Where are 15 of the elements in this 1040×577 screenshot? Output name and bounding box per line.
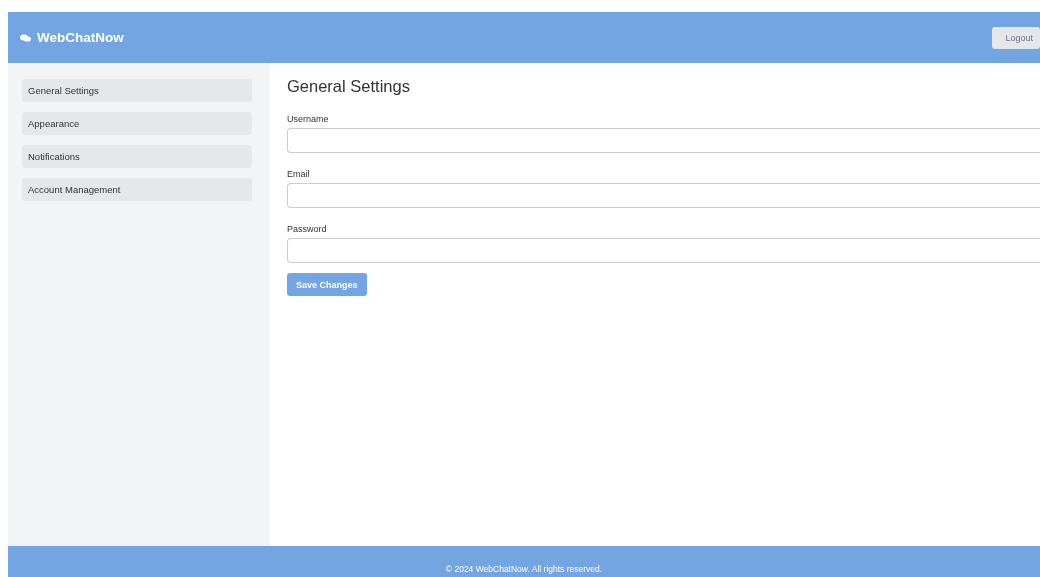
sidebar-item[interactable]: General Settings bbox=[22, 79, 252, 102]
field-label: Email bbox=[287, 169, 310, 179]
input-field[interactable] bbox=[287, 238, 1040, 263]
section-title: General Settings bbox=[287, 77, 410, 96]
logout-button[interactable]: Logout bbox=[992, 26, 1040, 49]
sidebar-item[interactable]: Account Management bbox=[22, 178, 252, 201]
input-field[interactable] bbox=[287, 183, 1040, 208]
copyright-text: © 2024 WebChatNow. All rights reserved. bbox=[445, 564, 603, 574]
field-label: Password bbox=[287, 224, 327, 234]
sidebar-item[interactable]: Notifications bbox=[22, 145, 252, 168]
field-label: Username bbox=[287, 114, 329, 124]
input-field[interactable] bbox=[287, 128, 1040, 153]
brand-name: WebChatNow bbox=[37, 30, 124, 45]
chat-bubbles-icon bbox=[20, 33, 31, 42]
sidebar-item[interactable]: Appearance bbox=[22, 112, 252, 135]
